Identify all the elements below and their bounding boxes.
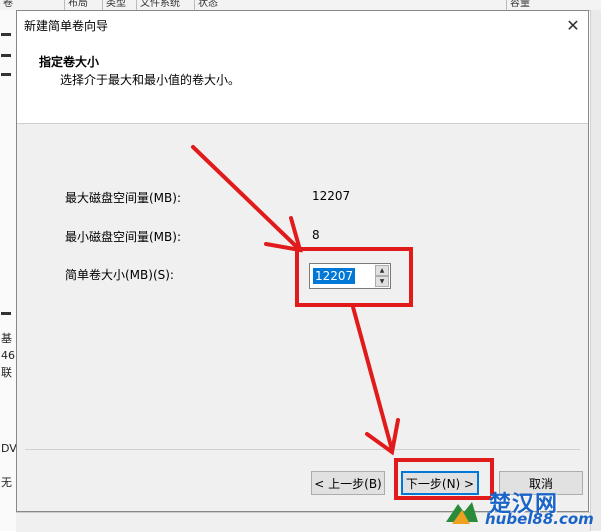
disk-bar-icon — [1, 312, 11, 315]
column-volume: 卷 — [3, 0, 13, 9]
close-icon[interactable]: ✕ — [558, 11, 588, 39]
column-type: 类型 — [102, 0, 140, 10]
back-button[interactable]: < 上一步(B) — [311, 471, 385, 495]
column-status: 状态 — [194, 0, 238, 10]
stepper-down-icon[interactable]: ▼ — [375, 276, 389, 287]
min-space-label: 最小磁盘空间量(MB): — [65, 230, 181, 244]
step-subtitle: 选择介于最大和最小值的卷大小。 — [60, 73, 241, 87]
disk-bar-icon — [1, 73, 11, 76]
wizard-header: 指定卷大小 选择介于最大和最小值的卷大小。 — [17, 39, 588, 124]
dvd-status-fragment: 无 — [1, 476, 12, 489]
background-scrollbar — [590, 10, 601, 531]
column-filesystem: 文件系统 — [136, 0, 198, 10]
column-layout: 布局 — [64, 0, 106, 10]
dialog-title: 新建简单卷向导 — [24, 19, 109, 33]
disk-status-fragment: 联 — [1, 366, 12, 379]
disk-bar-icon — [1, 54, 11, 57]
disk-label-fragment: 基 — [1, 332, 12, 345]
max-space-value: 12207 — [312, 189, 351, 203]
background-disk-list: 基 46 联 DV 无 — [0, 10, 17, 531]
min-space-value: 8 — [312, 228, 320, 242]
footer-separator — [25, 449, 580, 450]
column-capacity: 容量 — [506, 0, 550, 10]
watermark-logo-icon — [446, 502, 478, 524]
volume-size-input[interactable]: 12207 — [313, 268, 356, 284]
next-button[interactable]: 下一步(N) > — [401, 471, 479, 495]
step-title: 指定卷大小 — [39, 55, 100, 69]
dialog-titlebar: 新建简单卷向导 ✕ — [17, 11, 588, 39]
disk-size-fragment: 46 — [1, 349, 15, 362]
disk-bar-icon — [1, 33, 11, 36]
new-simple-volume-wizard: 新建简单卷向导 ✕ 指定卷大小 选择介于最大和最小值的卷大小。 最大磁盘空间量(… — [16, 10, 589, 512]
volume-size-label: 简单卷大小(MB)(S): — [65, 268, 174, 282]
dvd-label-fragment: DV — [1, 442, 17, 455]
volume-size-stepper[interactable]: 12207 ▲ ▼ — [309, 263, 391, 289]
watermark-url: hubel88.com — [485, 510, 594, 528]
stepper-up-icon[interactable]: ▲ — [375, 265, 389, 276]
max-space-label: 最大磁盘空间量(MB): — [65, 191, 181, 205]
